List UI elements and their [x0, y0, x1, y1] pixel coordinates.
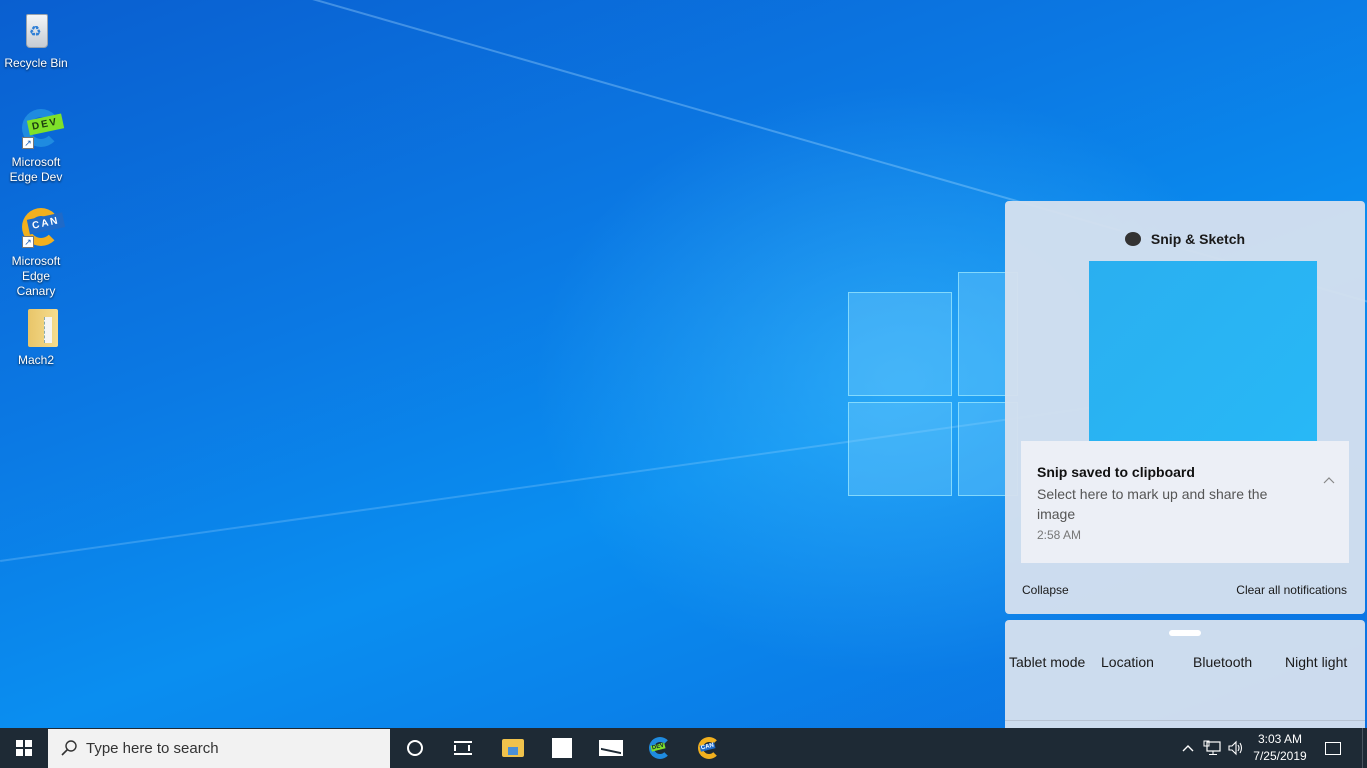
- recycle-bin-icon: ♻: [12, 6, 60, 54]
- notification-title: Snip saved to clipboard: [1037, 464, 1195, 480]
- notification-toast[interactable]: Snip saved to clipboard Select here to m…: [1021, 441, 1349, 563]
- mail-icon: [599, 740, 623, 756]
- edge-dev-badge: DEV: [650, 742, 666, 752]
- edge-canary-icon: CAN ↗: [12, 204, 65, 252]
- edge-canary-taskbar-button[interactable]: CAN: [685, 728, 733, 768]
- notification-app-header: Snip & Sketch: [1005, 231, 1365, 247]
- edge-canary-icon: CAN: [698, 737, 720, 759]
- clear-all-notifications-button[interactable]: Clear all notifications: [1236, 583, 1347, 597]
- taskbar: DEV CAN 3:03 AM 7/25/2019: [0, 728, 1367, 768]
- network-icon: [1203, 740, 1221, 755]
- search-box[interactable]: [48, 729, 390, 768]
- desktop-icon-recycle-bin[interactable]: ♻ Recycle Bin: [0, 6, 72, 71]
- snip-sketch-icon: [1124, 232, 1141, 246]
- edge-dev-taskbar-button[interactable]: DEV: [636, 728, 684, 768]
- chevron-up-icon[interactable]: [1323, 471, 1335, 484]
- file-explorer-button[interactable]: [489, 728, 537, 768]
- quick-action-location[interactable]: Location: [1101, 654, 1154, 670]
- action-center-notifications: Snip & Sketch Snip saved to clipboard Se…: [1005, 201, 1365, 614]
- desktop-icon-label: Recycle Bin: [4, 56, 68, 70]
- start-button[interactable]: [0, 728, 48, 768]
- show-desktop-button[interactable]: [1362, 728, 1367, 768]
- edge-dev-icon: DEV ↗: [12, 105, 64, 153]
- clock-time: 3:03 AM: [1257, 732, 1303, 746]
- logo-pane: [848, 292, 952, 396]
- divider: [1005, 720, 1365, 721]
- desktop-icon-edge-dev[interactable]: DEV ↗ Microsoft Edge Dev: [0, 105, 72, 185]
- search-icon: [61, 740, 77, 756]
- windows-logo-icon: [16, 740, 32, 756]
- folder-icon: [12, 303, 60, 351]
- action-center-button[interactable]: [1310, 728, 1355, 768]
- desktop-icon-edge-canary[interactable]: CAN ↗ Microsoft Edge Canary: [0, 204, 72, 299]
- quick-actions-panel: Tablet mode Location Bluetooth Night lig…: [1005, 620, 1365, 728]
- task-view-icon: [454, 741, 472, 755]
- edge-dev-icon: DEV: [649, 737, 671, 759]
- desktop-icon-label: Microsoft Edge Canary: [11, 254, 61, 298]
- shortcut-arrow-icon: ↗: [22, 236, 34, 248]
- store-icon: [552, 738, 572, 758]
- notification-icon: [1324, 741, 1341, 755]
- quick-action-tablet-mode[interactable]: Tablet mode: [1009, 654, 1085, 670]
- notification-time: 2:58 AM: [1037, 528, 1082, 542]
- folder-icon: [502, 739, 524, 757]
- clock[interactable]: 3:03 AM 7/25/2019: [1245, 728, 1315, 768]
- mail-button[interactable]: [587, 728, 635, 768]
- shortcut-arrow-icon: ↗: [22, 137, 34, 149]
- collapse-button[interactable]: Collapse: [1022, 583, 1069, 597]
- chevron-up-icon: [1182, 745, 1194, 752]
- task-view-button[interactable]: [439, 728, 487, 768]
- desktop-icon-mach2[interactable]: Mach2: [0, 303, 72, 368]
- logo-pane: [848, 402, 952, 496]
- network-button[interactable]: [1200, 728, 1224, 768]
- desktop-icon-label: Microsoft Edge Dev: [9, 155, 63, 184]
- quick-action-bluetooth[interactable]: Bluetooth: [1193, 654, 1252, 670]
- volume-icon: [1228, 740, 1243, 756]
- desktop-icon-label: Mach2: [17, 353, 55, 367]
- microsoft-store-button[interactable]: [538, 728, 586, 768]
- quick-action-night-light[interactable]: Night light: [1285, 654, 1347, 670]
- expand-handle[interactable]: [1169, 630, 1201, 636]
- cortana-icon: [407, 740, 423, 756]
- wallpaper-windows-logo: [848, 268, 1018, 498]
- show-hidden-icons-button[interactable]: [1177, 728, 1199, 768]
- clock-date: 7/25/2019: [1253, 749, 1307, 763]
- edge-canary-badge: CAN: [699, 742, 716, 752]
- snip-preview-image[interactable]: [1089, 261, 1317, 441]
- app-name: Snip & Sketch: [1150, 231, 1246, 247]
- search-input[interactable]: [86, 737, 376, 759]
- notification-body: Select here to mark up and share the ima…: [1037, 486, 1268, 522]
- cortana-button[interactable]: [391, 728, 439, 768]
